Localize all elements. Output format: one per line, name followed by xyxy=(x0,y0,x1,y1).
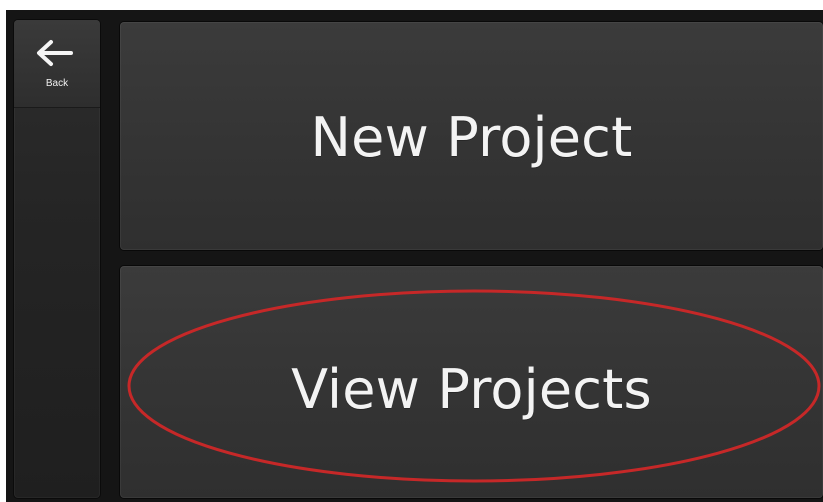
back-button[interactable]: Back xyxy=(14,20,100,108)
back-label: Back xyxy=(45,78,69,89)
left-arrow-icon xyxy=(37,40,73,66)
new-project-button[interactable]: New Project xyxy=(120,22,823,250)
view-projects-button[interactable]: View Projects xyxy=(120,266,823,498)
new-project-label: New Project xyxy=(310,106,633,169)
view-projects-label: View Projects xyxy=(291,358,652,421)
sidebar: Back xyxy=(14,20,100,498)
app-window: Back New Project View Projects xyxy=(6,10,823,502)
